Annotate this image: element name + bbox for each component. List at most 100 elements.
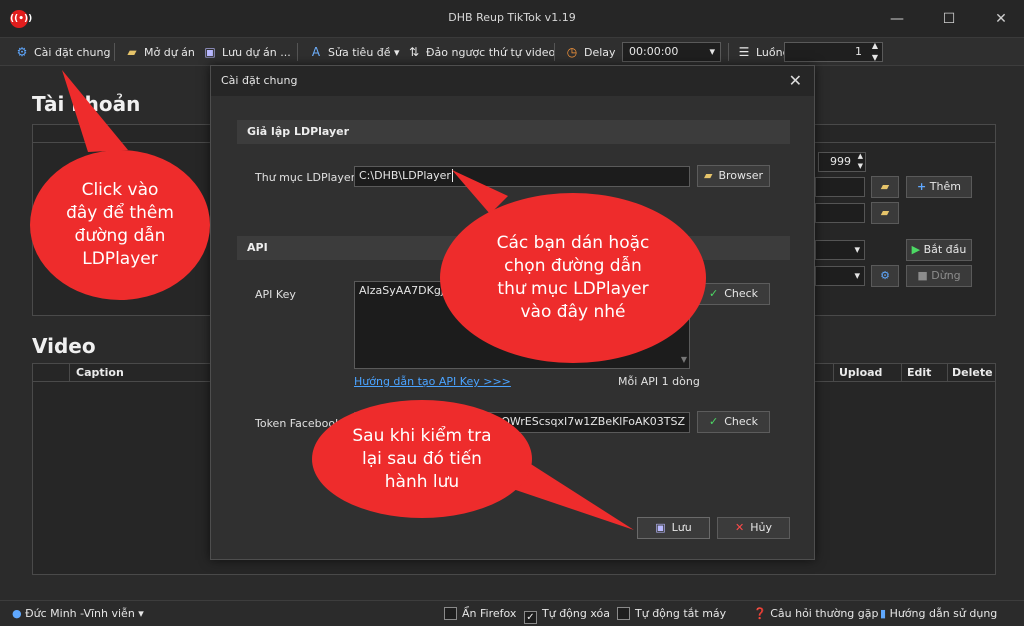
cancel-button[interactable]: ✕ Hủy	[717, 517, 790, 539]
folder-button[interactable]: ▰	[871, 202, 899, 224]
column-divider	[833, 364, 834, 382]
floppy-disk-icon: ▣	[204, 45, 216, 59]
add-account-label: Thêm	[929, 180, 961, 193]
callout-line: LDPlayer	[82, 249, 158, 269]
dialog-close-button[interactable]: ✕	[789, 71, 802, 90]
callout-line: Click vào	[81, 180, 159, 200]
settings-button[interactable]: ⚙ Cài đặt chung	[14, 38, 111, 66]
dialog-header: Cài đặt chung ✕	[211, 66, 814, 96]
callout-line: lại sau đó tiến	[362, 448, 482, 469]
text-cursor	[451, 169, 453, 182]
reverse-order-button[interactable]: ⇅ Đảo ngược thứ tự video	[406, 38, 555, 66]
settings-label: Cài đặt chung	[34, 46, 111, 59]
api-check-label: Check	[724, 287, 759, 300]
dialog-title: Cài đặt chung	[221, 74, 298, 87]
stop-icon: ■	[917, 269, 928, 282]
edit-title-button[interactable]: A Sửa tiêu đề ▾	[308, 38, 400, 66]
play-icon: ▶	[911, 243, 921, 256]
ldplayer-folder-label: Thư mục LDPlayer	[255, 171, 356, 184]
guide-label: Hướng dẫn sử dụng	[889, 607, 998, 620]
window-title: DHB Reup TikTok v1.19	[448, 11, 576, 24]
api-guide-link[interactable]: Hướng dẫn tạo API Key >>>	[354, 375, 511, 388]
option-dropdown[interactable]: ▾	[815, 266, 865, 286]
option-dropdown[interactable]: ▾	[815, 240, 865, 260]
browse-label: Browser	[718, 169, 764, 182]
cancel-label: Hủy	[750, 521, 772, 534]
guide-link[interactable]: ▮ Hướng dẫn sử dụng	[880, 601, 997, 626]
plus-icon: +	[917, 180, 927, 193]
open-project-label: Mở dự án	[144, 46, 195, 59]
column-divider	[901, 364, 902, 382]
column-upload[interactable]: Upload	[839, 364, 882, 382]
callout-line: Các bạn dán hoặc	[496, 233, 650, 253]
maximize-button[interactable]: ☐	[934, 8, 964, 30]
close-window-button[interactable]: ✕	[986, 8, 1016, 30]
save-project-button[interactable]: ▣ Lưu dự án ...	[202, 38, 291, 66]
toolbar-divider	[728, 43, 729, 61]
stop-button[interactable]: ■ Dừng	[906, 265, 972, 287]
video-section-title: Video	[32, 334, 96, 358]
add-account-button[interactable]: + Thêm	[906, 176, 972, 198]
reverse-order-label: Đảo ngược thứ tự video	[426, 46, 556, 59]
open-project-button[interactable]: ▰ Mở dự án	[124, 38, 195, 66]
column-edit[interactable]: Edit	[907, 364, 931, 382]
save-button[interactable]: ▣ Lưu	[637, 517, 710, 539]
auto-delete-checkbox[interactable]: ✓ Tự động xóa	[524, 601, 610, 626]
save-project-label: Lưu dự án ...	[222, 46, 291, 59]
auto-shutdown-label: Tự động tắt máy	[635, 607, 727, 620]
minimize-button[interactable]: —	[882, 8, 912, 30]
chevron-down-icon: ▾	[138, 607, 144, 620]
chevron-down-icon: ▾	[854, 269, 860, 282]
delay-dropdown[interactable]: 00:00:00 ▾	[622, 42, 721, 62]
checkbox-checked[interactable]: ✓	[524, 611, 537, 624]
scroll-down-icon[interactable]: ▼	[681, 353, 687, 367]
account-count-value: 999	[830, 155, 851, 168]
folder-button[interactable]: ▰	[871, 176, 899, 198]
ldplayer-group-header: Giả lập LDPlayer	[237, 120, 790, 144]
threads-label-group: ☰ Luồng	[736, 38, 790, 66]
column-delete[interactable]: Delete	[952, 364, 993, 382]
stop-label: Dừng	[931, 269, 961, 282]
gear-settings-button[interactable]: ⚙	[871, 265, 899, 287]
account-count-stepper[interactable]: 999 ▲ ▼	[818, 152, 866, 172]
column-caption[interactable]: Caption	[76, 364, 124, 382]
faq-link[interactable]: ❓ Câu hỏi thường gặp	[753, 601, 879, 626]
gear-icon: ⚙	[880, 269, 890, 282]
account-path-field[interactable]	[815, 177, 865, 197]
column-divider	[69, 364, 70, 382]
token-check-button[interactable]: ✓ Check	[697, 411, 770, 433]
delay-label-group: ◷ Delay	[564, 38, 616, 66]
stepper-arrows-icon[interactable]: ▲ ▼	[872, 40, 878, 64]
callout-line: đường dẫn	[74, 226, 166, 246]
close-icon: ✕	[735, 521, 745, 534]
title-bar: ((•)) DHB Reup TikTok v1.19 — ☐ ✕	[0, 0, 1024, 38]
callout-save-after: Sau khi kiểm tra lại sau đó tiến hành lư…	[312, 400, 532, 518]
api-check-button[interactable]: ✓ Check	[697, 283, 770, 305]
checkbox-unchecked[interactable]	[444, 607, 457, 620]
stepper-arrows-icon[interactable]: ▲ ▼	[858, 151, 863, 171]
user-menu[interactable]: ● Đức Minh -Vĩnh viễn ▾	[12, 601, 144, 626]
hide-firefox-checkbox[interactable]: Ẩn Firefox	[444, 601, 516, 626]
ldplayer-folder-input[interactable]: C:\DHB\LDPlayer	[354, 166, 690, 187]
user-label: Đức Minh -Vĩnh viễn	[25, 607, 135, 620]
api-per-line-note: Mỗi API 1 dòng	[618, 375, 700, 388]
folder-icon: ▰	[880, 206, 890, 219]
toolbar-divider	[114, 43, 115, 61]
token-check-label: Check	[724, 415, 759, 428]
threads-value: 1	[855, 45, 862, 58]
start-button[interactable]: ▶ Bắt đầu	[906, 239, 972, 261]
toolbar-divider	[554, 43, 555, 61]
list-icon: ☰	[738, 45, 750, 59]
faq-label: Câu hỏi thường gặp	[770, 607, 879, 620]
browse-button[interactable]: ▰ Browser	[697, 165, 770, 187]
font-a-icon: A	[311, 45, 321, 59]
hide-firefox-label: Ẩn Firefox	[462, 607, 517, 620]
callout-paste-path: Các bạn dán hoặc chọn đường dẫn thư mục …	[440, 193, 706, 363]
threads-stepper[interactable]: 1 ▲ ▼	[784, 40, 883, 64]
auto-shutdown-checkbox[interactable]: Tự động tắt máy	[617, 601, 726, 626]
secondary-path-field[interactable]	[815, 203, 865, 223]
checkbox-unchecked[interactable]	[617, 607, 630, 620]
api-key-label: API Key	[255, 288, 296, 301]
account-section-title: Tài khoản	[32, 92, 141, 116]
swap-arrows-icon: ⇅	[408, 45, 420, 59]
